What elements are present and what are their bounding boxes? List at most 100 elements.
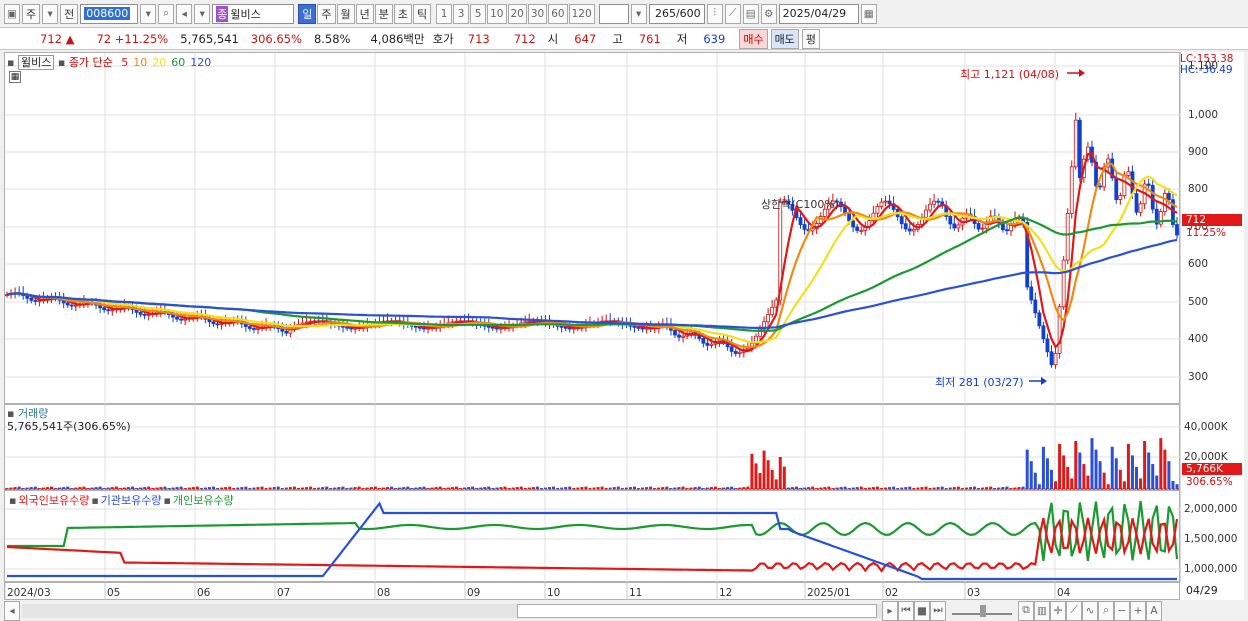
skip-forward-icon[interactable]: ⏭ bbox=[930, 600, 946, 621]
sell-button[interactable]: 매도 bbox=[770, 28, 799, 49]
window-icon[interactable]: ▣ bbox=[4, 3, 20, 24]
save-icon[interactable]: ▤ bbox=[742, 3, 759, 24]
quote-bar: 712 ▲ 72 +11.25% 5,765,541 306.65% 8.58%… bbox=[0, 28, 1248, 50]
more-dropdown-icon[interactable]: ▾ bbox=[194, 3, 211, 24]
code-dropdown-icon[interactable]: ▾ bbox=[140, 3, 157, 24]
trend-icon[interactable]: ⟋ bbox=[1066, 600, 1082, 621]
search-icon[interactable]: ⌕ bbox=[158, 3, 175, 24]
holdings-legend-item[interactable]: 개인보유수량 bbox=[173, 494, 234, 507]
period-select[interactable]: 주 bbox=[22, 3, 41, 24]
period-tab[interactable]: 틱 bbox=[413, 3, 432, 24]
line-tool-icon[interactable]: ⟋ bbox=[724, 3, 741, 24]
candle-body bbox=[855, 226, 860, 231]
interval-tab[interactable]: 1 bbox=[436, 3, 453, 24]
candle-body bbox=[1122, 174, 1127, 197]
interval-dropdown-icon[interactable]: ▾ bbox=[630, 3, 647, 24]
candle-body bbox=[952, 223, 957, 229]
buy-button[interactable]: 매수 bbox=[739, 28, 768, 49]
volume-bar bbox=[1135, 466, 1139, 489]
speed-slider-handle[interactable] bbox=[980, 604, 986, 617]
interval-tab[interactable]: 3 bbox=[453, 3, 470, 24]
legend-ma-20[interactable]: 20 bbox=[152, 56, 166, 69]
speed-slider[interactable] bbox=[952, 604, 1012, 617]
candle-body bbox=[980, 227, 985, 230]
x-tick-label: 12 bbox=[719, 587, 732, 599]
count-input[interactable]: 265/600 bbox=[648, 3, 705, 24]
interval-tab[interactable]: 5 bbox=[470, 3, 487, 24]
open-label: 시 bbox=[547, 31, 559, 46]
scroll-left-icon[interactable]: ◂ bbox=[4, 600, 20, 621]
holdings-axis-canvas: 2,000,000 1,500,000 1,000,000 bbox=[1179, 490, 1237, 582]
layout-icon[interactable]: ▥ bbox=[1034, 600, 1050, 621]
legend-marker: ▪ bbox=[163, 494, 171, 507]
volume-bar bbox=[1175, 484, 1179, 489]
volume-bar bbox=[1082, 464, 1086, 489]
candle-icon[interactable]: ⫶ bbox=[706, 3, 723, 24]
legend-ma-60[interactable]: 60 bbox=[171, 56, 185, 69]
scroll-right-icon[interactable]: ▸ bbox=[882, 600, 898, 621]
candle-body bbox=[102, 307, 107, 311]
candle-body bbox=[936, 200, 941, 203]
zoom-out-icon[interactable]: − bbox=[1114, 600, 1130, 621]
period-tab[interactable]: 주 bbox=[317, 3, 336, 24]
legend-ma-10[interactable]: 10 bbox=[133, 56, 147, 69]
candle-body bbox=[37, 300, 42, 303]
gear-icon[interactable]: ⚙ bbox=[760, 3, 777, 24]
stop-icon[interactable]: ■ bbox=[914, 600, 930, 621]
interval-tab[interactable]: 60 bbox=[548, 3, 568, 24]
interval-tab[interactable]: 30 bbox=[527, 3, 548, 24]
calendar-icon[interactable]: ▦ bbox=[860, 3, 877, 24]
eval-button[interactable]: 평 bbox=[801, 28, 820, 49]
horizontal-scrollbar[interactable] bbox=[22, 603, 882, 618]
x-tick-label: 02 bbox=[885, 587, 898, 599]
holdings-legend-item[interactable]: 기관보유수량 bbox=[101, 494, 162, 507]
skip-back-icon[interactable]: ⏮ bbox=[898, 600, 914, 621]
zoom-in-icon[interactable]: + bbox=[1130, 600, 1146, 621]
crosshair-icon[interactable]: ✛ bbox=[1050, 600, 1066, 621]
period-tab[interactable]: 일 bbox=[298, 3, 317, 24]
prev-button[interactable]: 전 bbox=[60, 3, 79, 24]
legend-ma-120[interactable]: 120 bbox=[190, 56, 211, 69]
volume-readout: 5,765,541주(306.65%) bbox=[7, 420, 131, 433]
legend-ma-5[interactable]: 5 bbox=[121, 56, 128, 69]
scrollbar-thumb[interactable] bbox=[517, 603, 877, 618]
interval-tab[interactable]: 10 bbox=[487, 3, 507, 24]
candle-body bbox=[252, 328, 256, 330]
candle-body bbox=[737, 351, 742, 354]
date-input[interactable]: 2025/04/29 bbox=[778, 3, 859, 24]
interval-tab[interactable]: 20 bbox=[507, 3, 527, 24]
holdings-chart-panel[interactable]: ▪ 외국인보유수량 ▪ 기관보유수량 ▪ 개인보유수량 bbox=[4, 490, 1181, 583]
price-tick-label: 600 bbox=[1188, 258, 1208, 270]
legend-stock-name[interactable]: 윌비스 bbox=[17, 55, 55, 70]
wave-icon[interactable]: ∿ bbox=[1082, 600, 1098, 621]
grid-table-icon[interactable]: ▦ bbox=[9, 71, 21, 83]
interval-tab[interactable]: 120 bbox=[568, 3, 595, 24]
stock-name-field[interactable]: 종 윌비스 bbox=[212, 3, 295, 24]
chevron-down-icon[interactable]: ▾ bbox=[42, 3, 59, 24]
legend-ma-title[interactable]: 종가 단순 bbox=[69, 56, 113, 69]
holdings-legend-item[interactable]: 외국인보유수량 bbox=[18, 494, 89, 507]
interval-tabs: 1 3 5 10 20 30 60 120 bbox=[436, 3, 595, 24]
copy-icon[interactable]: ⧉ bbox=[1018, 600, 1034, 621]
volume-bar bbox=[1074, 441, 1078, 489]
zoom-icon[interactable]: ⌕ bbox=[1098, 600, 1114, 621]
stock-code-input[interactable]: 008600 bbox=[80, 3, 139, 24]
period-tab[interactable]: 초 bbox=[393, 3, 412, 24]
period-tab[interactable]: 분 bbox=[374, 3, 393, 24]
speaker-icon[interactable]: ◂ bbox=[176, 3, 193, 24]
volume-bar bbox=[762, 450, 766, 489]
interval-input[interactable] bbox=[598, 3, 629, 24]
candle-body bbox=[681, 335, 685, 338]
price-chart-panel[interactable]: ▪ 윌비스 ▪ 종가 단순 5 10 20 60 120 ▦ 최고 1,121 (04/… bbox=[4, 52, 1181, 405]
holdings-tick-label: 2,000,000 bbox=[1184, 503, 1237, 515]
font-size-icon[interactable]: A bbox=[1146, 600, 1162, 621]
candle-body bbox=[1162, 193, 1167, 213]
period-tab[interactable]: 월 bbox=[336, 3, 355, 24]
period-tab[interactable]: 년 bbox=[355, 3, 374, 24]
volume-bar bbox=[1102, 472, 1106, 489]
volume-bar bbox=[1078, 452, 1082, 489]
candle-body bbox=[183, 318, 188, 321]
candle-body bbox=[928, 203, 932, 211]
volume-chart-panel[interactable]: ▪ 거래량 5,765,541주(306.65%) bbox=[4, 404, 1181, 491]
candle-body bbox=[1049, 351, 1054, 366]
